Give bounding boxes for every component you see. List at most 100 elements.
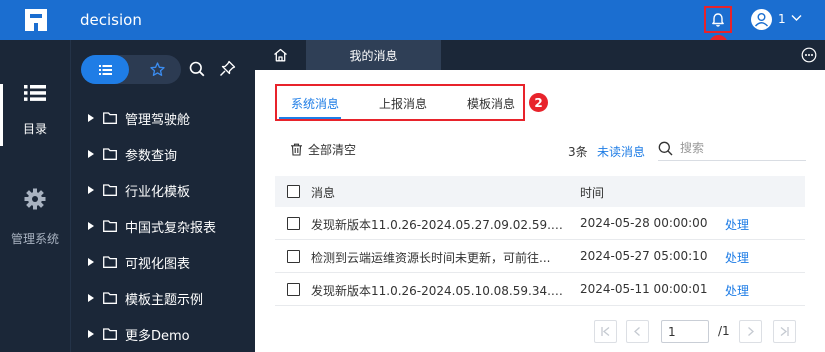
- tree-item-label: 可视化图表: [125, 256, 191, 272]
- caret-right-icon: [88, 258, 94, 266]
- page-number-input[interactable]: [661, 320, 709, 343]
- folder-icon: [103, 256, 117, 268]
- nav-item-catalog[interactable]: 目录: [0, 84, 70, 146]
- nav-item-management[interactable]: 管理系统: [0, 186, 70, 248]
- row-checkbox[interactable]: [287, 250, 300, 263]
- top-bar: decision 1: [0, 0, 825, 40]
- page-total: /1: [718, 324, 730, 338]
- pin-icon[interactable]: [219, 60, 236, 77]
- clear-all-label: 全部清空: [308, 143, 357, 157]
- list-view-button[interactable]: [81, 55, 129, 84]
- prev-page-button[interactable]: [626, 320, 649, 343]
- handle-link[interactable]: 处理: [725, 249, 749, 266]
- tree-item[interactable]: 行业化模板: [88, 179, 190, 201]
- tab-template-messages[interactable]: 模板消息: [467, 95, 515, 112]
- message-text[interactable]: 发现新版本11.0.26-2024.05.27.09.02.59.928，...: [311, 216, 563, 233]
- message-time: 2024-05-28 00:00:00: [580, 216, 708, 230]
- chevron-right-icon: [748, 327, 754, 336]
- active-tab-underline: [279, 117, 341, 119]
- caret-right-icon: [88, 114, 94, 122]
- message-text[interactable]: 检测到云端运维资源长时间未更新，可前往...: [311, 249, 563, 266]
- tree-item[interactable]: 管理驾驶舱: [88, 107, 190, 129]
- gear-icon: [24, 188, 46, 210]
- tab-system-messages[interactable]: 系统消息: [291, 95, 339, 112]
- annotation-badge-2: 2: [529, 93, 548, 112]
- table-row: 检测到云端运维资源长时间未更新，可前往... 2024-05-27 05:00:…: [275, 240, 805, 273]
- next-page-button[interactable]: [739, 320, 762, 343]
- folder-icon: [103, 220, 117, 232]
- folder-icon: [103, 148, 117, 160]
- tab-my-messages[interactable]: 我的消息: [306, 40, 441, 70]
- notification-bell-button[interactable]: [704, 6, 732, 33]
- tab-reported-messages[interactable]: 上报消息: [379, 95, 427, 112]
- home-icon: [274, 48, 287, 62]
- tree-item[interactable]: 更多Demo: [88, 323, 190, 345]
- unread-messages-filter[interactable]: 未读消息: [597, 143, 645, 160]
- row-checkbox[interactable]: [287, 283, 300, 296]
- search-icon: [658, 141, 673, 156]
- tree-item-label: 管理驾驶舱: [125, 112, 191, 128]
- last-page-icon: [780, 326, 789, 337]
- caret-right-icon: [88, 330, 94, 338]
- tree-item[interactable]: 中国式复杂报表: [88, 215, 216, 237]
- caret-right-icon: [88, 186, 94, 194]
- tree-item[interactable]: 可视化图表: [88, 251, 190, 273]
- tree-item[interactable]: 模板主题示例: [88, 287, 203, 309]
- message-type-tabs: 系统消息 上报消息 模板消息: [275, 84, 525, 121]
- caret-right-icon: [88, 222, 94, 230]
- catalog-list-icon: [24, 85, 46, 101]
- app-logo-icon: [25, 9, 47, 31]
- tree-item-label: 行业化模板: [125, 184, 191, 200]
- user-count[interactable]: 1: [778, 11, 786, 27]
- message-count: 3条: [568, 145, 588, 159]
- star-icon: [149, 62, 165, 76]
- messages-panel: 系统消息 上报消息 模板消息 全部清空 3条 未读消息 消息 时间 发现新版本1…: [255, 70, 825, 352]
- column-header-message: 消息: [311, 186, 336, 200]
- table-row: 发现新版本11.0.26-2024.05.10.08.59.34.577，...…: [275, 273, 805, 306]
- tab-bar: 我的消息: [255, 40, 825, 70]
- message-text[interactable]: 发现新版本11.0.26-2024.05.10.08.59.34.577，...: [311, 282, 563, 299]
- column-header-time: 时间: [580, 186, 605, 200]
- tab-home[interactable]: [255, 40, 306, 70]
- tree-item-label: 更多Demo: [125, 328, 190, 344]
- chevron-left-icon: [634, 327, 640, 336]
- clear-all-button[interactable]: 全部清空: [290, 141, 356, 158]
- folder-icon: [103, 328, 117, 340]
- table-row: 发现新版本11.0.26-2024.05.27.09.02.59.928，...…: [275, 207, 805, 240]
- table-header: 消息 时间: [275, 176, 805, 207]
- tree-item-label: 参数查询: [125, 148, 178, 164]
- search-input[interactable]: [680, 139, 800, 157]
- left-nav: 目录 管理系统: [0, 40, 70, 352]
- handle-link[interactable]: 处理: [725, 282, 749, 299]
- select-all-checkbox[interactable]: [287, 185, 300, 198]
- folder-icon: [103, 292, 117, 304]
- view-toggle: [81, 55, 181, 84]
- folder-icon: [103, 112, 117, 124]
- last-page-button[interactable]: [773, 320, 796, 343]
- tree-item[interactable]: 参数查询: [88, 143, 177, 165]
- bell-icon: [712, 12, 724, 27]
- first-page-button[interactable]: [594, 320, 617, 343]
- directory-tree-panel: 管理驾驶舱 参数查询 行业化模板 中国式复杂报表 可视化图表 模板主题示例 更多…: [70, 40, 255, 352]
- row-checkbox[interactable]: [287, 217, 300, 230]
- tree-item-label: 模板主题示例: [125, 292, 204, 308]
- folder-icon: [103, 184, 117, 196]
- trash-icon: [291, 143, 302, 156]
- app-title: decision: [80, 11, 142, 29]
- message-time: 2024-05-27 05:00:10: [580, 249, 708, 263]
- favorites-button[interactable]: [133, 55, 181, 84]
- nav-item-label: 目录: [22, 122, 47, 136]
- more-options-icon[interactable]: [801, 47, 817, 63]
- search-icon[interactable]: [189, 61, 205, 77]
- tree-item-label: 中国式复杂报表: [125, 220, 217, 236]
- message-time: 2024-05-11 00:00:01: [580, 282, 708, 296]
- message-search: [658, 137, 806, 161]
- nav-item-label: 管理系统: [10, 232, 59, 246]
- caret-right-icon: [88, 150, 94, 158]
- list-icon: [98, 64, 112, 75]
- caret-right-icon: [88, 294, 94, 302]
- handle-link[interactable]: 处理: [725, 216, 749, 233]
- user-avatar-icon[interactable]: [751, 9, 772, 30]
- first-page-icon: [601, 326, 610, 337]
- chevron-down-icon[interactable]: [791, 14, 802, 22]
